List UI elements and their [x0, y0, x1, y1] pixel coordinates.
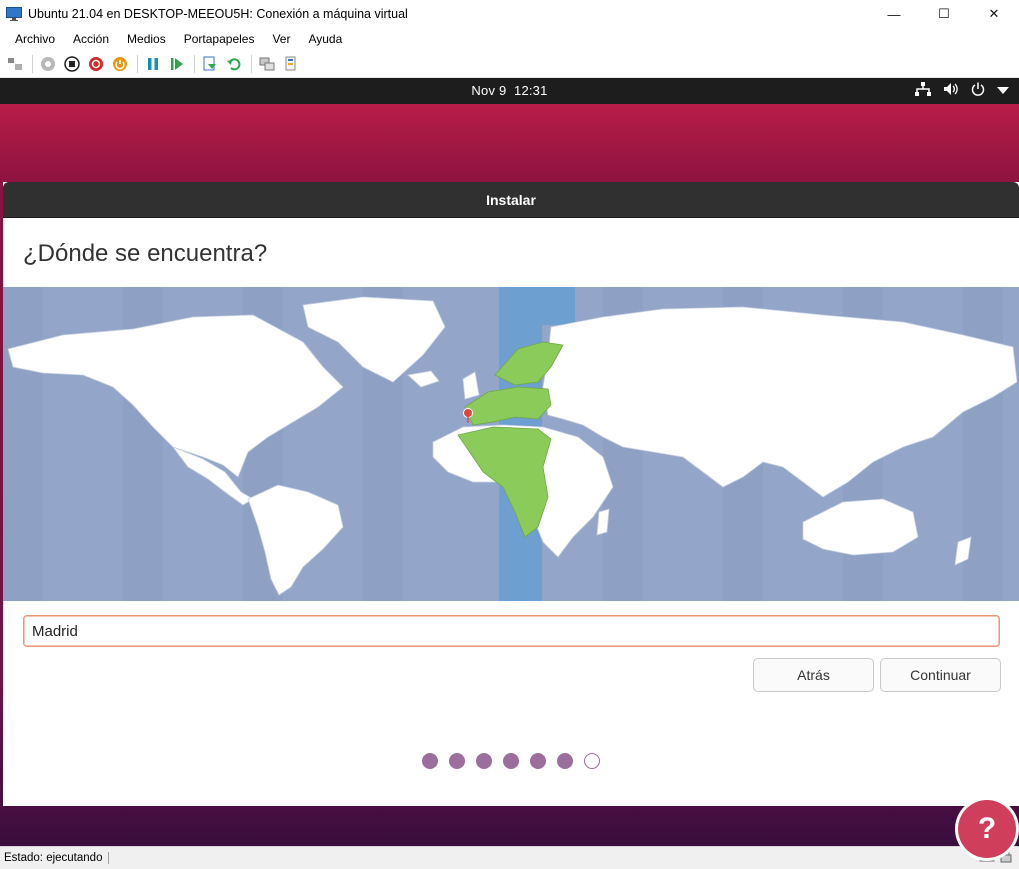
ctrl-alt-del-icon[interactable]: [4, 53, 26, 75]
menu-portapapeles[interactable]: Portapapeles: [175, 30, 264, 48]
start-icon[interactable]: [37, 53, 59, 75]
revert-icon[interactable]: [223, 53, 245, 75]
pause-icon[interactable]: [142, 53, 164, 75]
logo-glyph: ?: [977, 812, 997, 845]
share-icon[interactable]: [280, 53, 302, 75]
save-state-icon[interactable]: [109, 53, 131, 75]
toolbar: [0, 50, 1019, 78]
toolbar-separator: [137, 54, 138, 73]
close-button[interactable]: ✕: [969, 0, 1019, 28]
page-title: ¿Dónde se encuentra?: [23, 240, 268, 267]
menu-archivo[interactable]: Archivo: [6, 30, 64, 48]
enhanced-session-icon[interactable]: [256, 53, 278, 75]
toolbar-separator: [194, 54, 195, 73]
turn-off-icon[interactable]: [61, 53, 83, 75]
toolbar-separator: [251, 54, 252, 73]
progress-dot: [449, 753, 465, 769]
site-logo: ?: [958, 800, 1016, 858]
progress-dot: [584, 753, 600, 769]
toolbar-separator: [32, 54, 33, 73]
ubuntu-top-bar: Nov 9 12:31: [0, 78, 1019, 104]
menu-medios[interactable]: Medios: [118, 30, 175, 48]
installer-header: Instalar: [3, 182, 1019, 218]
status-text: Estado: ejecutando: [0, 852, 110, 864]
checkpoint-icon[interactable]: [199, 53, 221, 75]
chevron-down-icon[interactable]: [997, 82, 1009, 100]
progress-dot: [476, 753, 492, 769]
continue-button[interactable]: Continuar: [880, 658, 1001, 692]
status-bar: Estado: ejecutando: [0, 846, 1019, 869]
timezone-map[interactable]: [3, 287, 1019, 601]
power-icon[interactable]: [971, 82, 985, 101]
network-icon[interactable]: [915, 81, 931, 101]
clock-time: 12:31: [514, 83, 548, 98]
installer-window: Instalar ¿Dónde se encuentra? Madrid Atr…: [3, 182, 1019, 806]
resume-icon[interactable]: [166, 53, 188, 75]
desktop-background: [0, 104, 1019, 182]
location-input[interactable]: [23, 615, 1000, 647]
minimize-button[interactable]: —: [869, 0, 919, 28]
window-titlebar: Ubuntu 21.04 en DESKTOP-MEEOU5H: Conexió…: [0, 0, 1019, 28]
progress-dot: [422, 753, 438, 769]
clock-date: Nov 9: [471, 83, 507, 98]
menu-bar: Archivo Acción Medios Portapapeles Ver A…: [0, 28, 1019, 50]
system-tray[interactable]: [915, 78, 1009, 104]
window-title: Ubuntu 21.04 en DESKTOP-MEEOU5H: Conexió…: [28, 7, 408, 21]
vm-connect-icon: [6, 7, 22, 21]
maximize-button[interactable]: ☐: [919, 0, 969, 28]
progress-dot: [530, 753, 546, 769]
volume-icon[interactable]: [943, 82, 959, 101]
progress-dot: [503, 753, 519, 769]
menu-accion[interactable]: Acción: [64, 30, 118, 48]
shutdown-icon[interactable]: [85, 53, 107, 75]
menu-ayuda[interactable]: Ayuda: [299, 30, 351, 48]
progress-dots: [422, 753, 600, 769]
progress-dot: [557, 753, 573, 769]
back-button[interactable]: Atrás: [753, 658, 874, 692]
menu-ver[interactable]: Ver: [263, 30, 299, 48]
vm-screen[interactable]: Nov 9 12:31 Instalar ¿Dónde se encuentra…: [0, 78, 1019, 846]
clock[interactable]: Nov 9 12:31: [0, 78, 1019, 104]
